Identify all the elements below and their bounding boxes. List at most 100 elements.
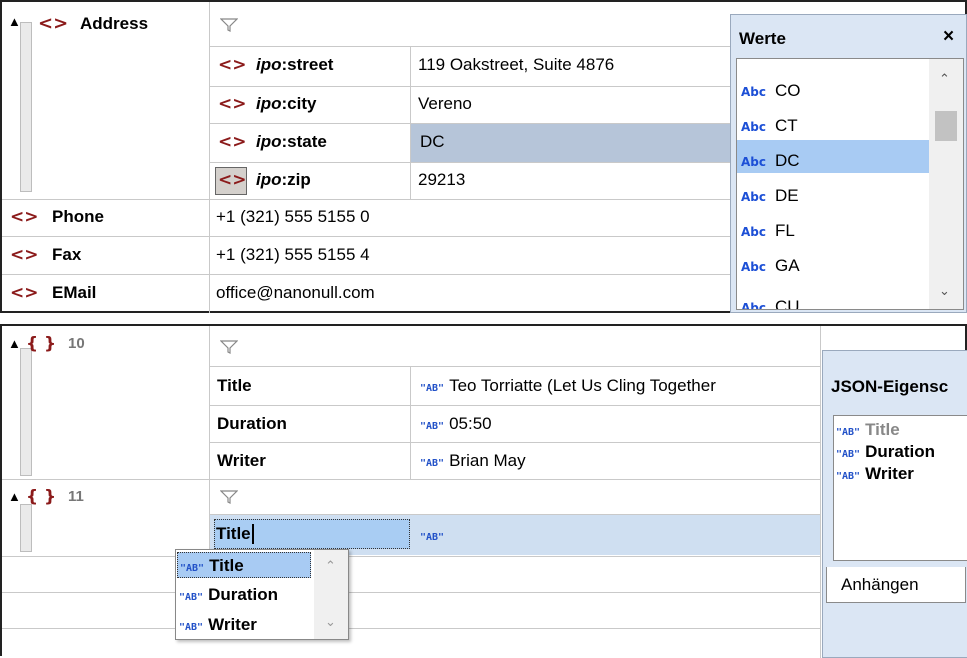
append-tab-label: Anhängen	[841, 575, 919, 594]
xml-element-icon: <>	[10, 283, 39, 303]
obj10-gutter[interactable]	[20, 348, 32, 476]
xml-element-icon: <>	[218, 170, 247, 190]
json-field-row[interactable]: Writer "AB" Brian May	[210, 443, 820, 479]
string-type-icon: "AB"	[836, 449, 861, 460]
werte-item-selected[interactable]: Abc DC	[741, 151, 800, 172]
abc-icon: Abc	[741, 190, 766, 204]
json-key: Writer	[217, 451, 266, 470]
abc-icon: Abc	[741, 301, 766, 310]
json-property-item[interactable]: "AB" Duration	[836, 442, 935, 465]
fax-label: Fax	[52, 245, 82, 264]
collapse-triangle-icon[interactable]: ▲	[8, 12, 21, 32]
scroll-down-icon[interactable]: ⌄	[325, 612, 336, 632]
json-property-item[interactable]: "AB" Title	[836, 420, 900, 443]
autocomplete-item-selected[interactable]: "AB" Title	[177, 552, 311, 578]
state-row[interactable]: <> ipo:state DC	[210, 124, 730, 162]
json-key: Duration	[217, 414, 287, 433]
abc-icon: Abc	[741, 120, 766, 134]
value-edit-field[interactable]: "AB"	[420, 525, 449, 548]
close-icon[interactable]: ×	[943, 27, 954, 47]
city-value[interactable]: Vereno	[418, 94, 472, 114]
autocomplete-scrollbar[interactable]: ⌃ ⌄	[314, 550, 348, 639]
append-tab[interactable]: Anhängen	[826, 567, 966, 603]
zip-row[interactable]: <> ipo:zip 29213	[210, 163, 730, 199]
json-key: Title	[217, 376, 252, 395]
json-value[interactable]: "AB" Teo Torriatte (Let Us Cling Together	[420, 376, 716, 399]
werte-list[interactable]: Abc CO Abc CT Abc DC Abc DE Abc FL Abc GA Abc C…	[736, 58, 964, 310]
string-type-icon: "AB"	[179, 592, 204, 603]
xml-element-icon: <>	[38, 13, 69, 34]
key-edit-field[interactable]: Title	[214, 519, 410, 549]
phone-row[interactable]: <> Phone +1 (321) 555 5155 0	[2, 200, 730, 236]
abc-icon: Abc	[741, 85, 766, 99]
string-type-icon: "AB"	[836, 471, 861, 482]
email-label: EMail	[52, 283, 97, 302]
werte-item[interactable]: Abc CT	[741, 116, 798, 137]
json-field-row[interactable]: Title "AB" Teo Torriatte (Let Us Cling To…	[210, 367, 820, 405]
city-name: ipo:city	[256, 94, 317, 113]
xml-element-icon: <>	[218, 94, 247, 114]
scroll-down-icon[interactable]: ⌄	[939, 281, 950, 301]
json-properties-panel[interactable]: JSON-Eigensc "AB" Title "AB" Duration "AB"…	[822, 350, 967, 658]
autocomplete-item[interactable]: "AB" Writer	[179, 615, 257, 638]
email-row[interactable]: <> EMail office@nanonull.com	[2, 275, 730, 311]
scroll-thumb[interactable]	[935, 111, 957, 141]
string-type-icon: "AB"	[420, 383, 445, 394]
scroll-up-icon[interactable]: ⌃	[939, 69, 950, 89]
autocomplete-dropdown[interactable]: "AB" Title "AB" Duration "AB" Writer ⌃ ⌄	[175, 549, 349, 640]
zip-value[interactable]: 29213	[418, 170, 465, 190]
xml-element-icon: <>	[218, 55, 247, 75]
street-value[interactable]: 119 Oakstreet, Suite 4876	[418, 55, 614, 75]
xml-element-icon: <>	[10, 245, 39, 265]
xml-element-icon: <>	[10, 207, 39, 227]
werte-item[interactable]: Abc FL	[741, 221, 795, 242]
werte-item[interactable]: Abc CU	[741, 297, 800, 310]
obj11-gutter[interactable]	[20, 504, 32, 552]
string-type-icon: "AB"	[420, 458, 445, 469]
fax-value[interactable]: +1 (321) 555 5155 4	[216, 245, 370, 265]
filter-icon[interactable]	[220, 490, 238, 504]
json-properties-list[interactable]: "AB" Title "AB" Duration "AB" Writer	[833, 415, 967, 561]
scroll-up-icon[interactable]: ⌃	[325, 556, 336, 576]
string-type-icon: "AB"	[179, 622, 204, 633]
filter-icon[interactable]	[220, 340, 238, 354]
werte-item[interactable]: Abc DE	[741, 186, 799, 207]
string-type-icon: "AB"	[420, 421, 445, 432]
obj11-index: 11	[68, 488, 84, 505]
phone-value[interactable]: +1 (321) 555 5155 0	[216, 207, 370, 227]
json-object-icon: { }	[26, 487, 57, 507]
street-row[interactable]: <> ipo:street 119 Oakstreet, Suite 4876	[210, 47, 730, 86]
address-row-gutter[interactable]	[20, 22, 32, 192]
filter-icon[interactable]	[220, 18, 238, 32]
abc-icon: Abc	[741, 260, 766, 274]
obj10-index: 10	[68, 335, 85, 352]
collapse-triangle-icon[interactable]: ▲	[8, 487, 21, 507]
json-property-item[interactable]: "AB" Writer	[836, 464, 914, 487]
xml-element-icon: <>	[218, 132, 247, 152]
phone-label: Phone	[52, 207, 104, 226]
key-edit-text[interactable]: Title	[216, 524, 254, 544]
werte-item[interactable]: Abc GA	[741, 256, 800, 277]
json-value[interactable]: "AB" 05:50	[420, 414, 492, 437]
werte-item[interactable]: Abc CO	[741, 81, 801, 102]
fax-row[interactable]: <> Fax +1 (321) 555 5155 4	[2, 237, 730, 274]
street-name: ipo:street	[256, 55, 334, 74]
autocomplete-item[interactable]: "AB" Duration	[179, 585, 278, 608]
collapse-triangle-icon[interactable]: ▲	[8, 334, 21, 354]
werte-title: Werte	[739, 29, 786, 48]
city-row[interactable]: <> ipo:city Vereno	[210, 87, 730, 123]
abc-icon: Abc	[741, 225, 766, 239]
address-label: Address	[80, 14, 149, 33]
json-field-row[interactable]: Duration "AB" 05:50	[210, 406, 820, 442]
json-object-icon: { }	[26, 334, 57, 354]
email-value[interactable]: office@nanonull.com	[216, 283, 375, 303]
state-name: ipo:state	[256, 132, 327, 151]
werte-panel[interactable]: Werte × Abc CO Abc CT Abc DC Abc DE Abc FL Ab…	[730, 14, 967, 313]
state-value[interactable]: DC	[420, 132, 445, 152]
string-type-icon: "AB"	[180, 563, 205, 574]
autocomplete-item-label: "AB" Title	[180, 556, 244, 575]
string-type-icon: "AB"	[836, 427, 861, 438]
string-type-icon: "AB"	[420, 532, 445, 543]
json-value[interactable]: "AB" Brian May	[420, 451, 526, 474]
werte-scrollbar[interactable]: ⌃ ⌄	[929, 59, 963, 309]
